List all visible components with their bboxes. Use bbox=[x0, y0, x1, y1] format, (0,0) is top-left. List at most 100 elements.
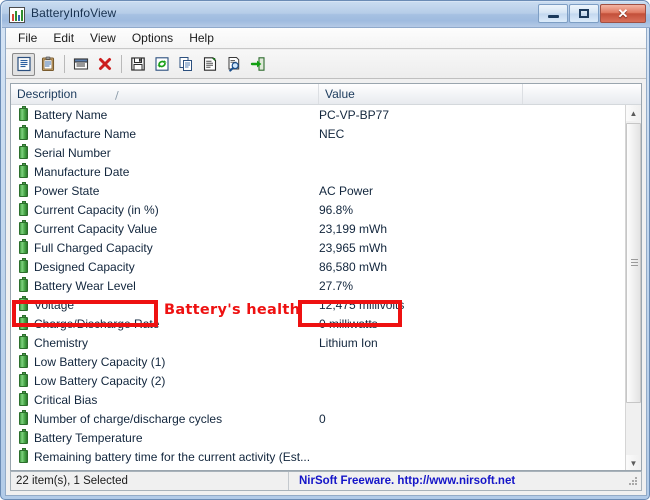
properties-view-icon[interactable] bbox=[12, 52, 35, 76]
cell-description: Serial Number bbox=[34, 145, 111, 160]
maximize-icon bbox=[579, 9, 589, 18]
properties-page-icon[interactable] bbox=[198, 53, 221, 76]
scroll-up-arrow-icon[interactable]: ▲ bbox=[626, 105, 641, 121]
battery-icon bbox=[19, 448, 28, 463]
table-row[interactable]: Voltage 12,475 millivolts bbox=[11, 295, 627, 314]
table-row[interactable]: Battery Temperature bbox=[11, 428, 627, 447]
title-bar[interactable]: BatteryInfoView ✕ bbox=[2, 2, 650, 28]
menu-item-view[interactable]: View bbox=[82, 29, 124, 47]
column-header-value[interactable]: Value bbox=[319, 84, 523, 104]
clipboard-icon[interactable] bbox=[36, 53, 59, 76]
table-row[interactable]: Battery Wear Level 27.7% bbox=[11, 276, 627, 295]
cell-description: Low Battery Capacity (2) bbox=[34, 373, 166, 388]
delete-red-x-icon[interactable] bbox=[93, 53, 116, 76]
client-area: File Edit View Options Help Description … bbox=[5, 28, 647, 496]
toolbar-separator bbox=[64, 55, 65, 73]
table-row[interactable]: Low Battery Capacity (1) bbox=[11, 352, 627, 371]
details-list-view[interactable]: Description / Value Battery Name PC-VP-BP… bbox=[10, 83, 642, 471]
scrollbar-thumb[interactable] bbox=[626, 123, 641, 403]
table-row[interactable]: Low Battery Capacity (2) bbox=[11, 371, 627, 390]
cell-description: Chemistry bbox=[34, 335, 89, 350]
cell-description: Number of charge/discharge cycles bbox=[34, 411, 223, 426]
vertical-scrollbar[interactable]: ▲ ▼ bbox=[625, 105, 641, 470]
cell-description: Manufacture Date bbox=[34, 164, 130, 179]
menu-item-file[interactable]: File bbox=[10, 29, 45, 47]
exit-icon[interactable] bbox=[246, 53, 269, 76]
find-icon[interactable] bbox=[222, 53, 245, 76]
table-row[interactable]: Power State AC Power bbox=[11, 181, 627, 200]
menu-item-help[interactable]: Help bbox=[181, 29, 222, 47]
cell-description: Battery Name bbox=[34, 107, 108, 122]
cell-description: Low Battery Capacity (1) bbox=[34, 354, 166, 369]
battery-icon bbox=[19, 410, 28, 425]
status-bar: 22 item(s), 1 Selected NirSoft Freeware.… bbox=[10, 471, 642, 491]
cell-description: Current Capacity (in %) bbox=[34, 202, 159, 217]
column-header-value-label: Value bbox=[325, 87, 355, 101]
table-row[interactable]: Remaining battery time for the current a… bbox=[11, 447, 627, 466]
menu-item-options[interactable]: Options bbox=[124, 29, 181, 47]
table-row[interactable]: Manufacture Date bbox=[11, 162, 627, 181]
column-header-description-label: Description bbox=[17, 87, 78, 101]
cell-value: PC-VP-BP77 bbox=[319, 107, 390, 122]
list-rows: Battery Name PC-VP-BP77 Manufacture Name NE… bbox=[11, 105, 627, 470]
table-row[interactable]: Current Capacity Value 23,199 mWh bbox=[11, 219, 627, 238]
menu-bar: File Edit View Options Help bbox=[6, 28, 646, 49]
cell-value: 96.8% bbox=[319, 202, 354, 217]
table-row[interactable]: Battery Name PC-VP-BP77 bbox=[11, 105, 627, 124]
cell-value: 86,580 mWh bbox=[319, 259, 388, 274]
battery-icon bbox=[19, 106, 28, 121]
sort-indicator-icon: / bbox=[115, 89, 119, 102]
battery-icon bbox=[19, 372, 28, 387]
cell-description: Current Capacity Value bbox=[34, 221, 158, 236]
battery-icon bbox=[19, 220, 28, 235]
cell-value: 27.7% bbox=[319, 278, 354, 293]
cell-description: Power State bbox=[34, 183, 100, 198]
cell-value: 23,965 mWh bbox=[319, 240, 388, 255]
window-report-icon[interactable] bbox=[69, 53, 92, 76]
status-nirsoft-link[interactable]: NirSoft Freeware. http://www.nirsoft.net bbox=[289, 475, 627, 487]
table-row[interactable]: Manufacture Name NEC bbox=[11, 124, 627, 143]
window-title: BatteryInfoView bbox=[31, 6, 117, 20]
refresh-icon[interactable] bbox=[150, 53, 173, 76]
menu-item-edit[interactable]: Edit bbox=[45, 29, 82, 47]
battery-icon bbox=[19, 182, 28, 197]
table-row[interactable]: Chemistry Lithium Ion bbox=[11, 333, 627, 352]
table-row[interactable]: Serial Number bbox=[11, 143, 627, 162]
battery-bars-icon bbox=[9, 7, 25, 23]
copy-icon[interactable] bbox=[174, 53, 197, 76]
save-floppy-icon[interactable] bbox=[126, 53, 149, 76]
close-button[interactable]: ✕ bbox=[600, 4, 646, 23]
cell-value: 0 milliwatts bbox=[319, 316, 378, 331]
cell-description: Full Charged Capacity bbox=[34, 240, 153, 255]
cell-value: 0 bbox=[319, 411, 326, 426]
close-icon: ✕ bbox=[617, 6, 629, 21]
cell-description: Voltage bbox=[34, 297, 75, 312]
column-header-description[interactable]: Description / bbox=[11, 84, 319, 104]
resize-grip-icon[interactable] bbox=[627, 475, 639, 487]
cell-value: AC Power bbox=[319, 183, 374, 198]
cell-description: Battery Wear Level bbox=[34, 278, 136, 293]
cell-description: Charge/Discharge Rate bbox=[34, 316, 160, 331]
table-row[interactable]: Full Charged Capacity 23,965 mWh bbox=[11, 238, 627, 257]
battery-icon bbox=[19, 391, 28, 406]
battery-icon bbox=[19, 258, 28, 273]
battery-icon bbox=[19, 429, 28, 444]
table-row[interactable]: Critical Bias bbox=[11, 390, 627, 409]
table-row[interactable]: Charge/Discharge Rate 0 milliwatts bbox=[11, 314, 627, 333]
cell-value: 12,475 millivolts bbox=[319, 297, 405, 312]
column-header-blank[interactable] bbox=[523, 84, 627, 104]
battery-icon bbox=[19, 353, 28, 368]
cell-description: Battery Temperature bbox=[34, 430, 143, 445]
maximize-button[interactable] bbox=[569, 4, 599, 23]
table-row[interactable]: Designed Capacity 86,580 mWh bbox=[11, 257, 627, 276]
minimize-button[interactable] bbox=[538, 4, 568, 23]
cell-description: Manufacture Name bbox=[34, 126, 137, 141]
table-row[interactable]: Number of charge/discharge cycles 0 bbox=[11, 409, 627, 428]
battery-icon bbox=[19, 201, 28, 216]
battery-icon bbox=[19, 315, 28, 330]
table-row[interactable]: Current Capacity (in %) 96.8% bbox=[11, 200, 627, 219]
toolbar bbox=[6, 50, 646, 79]
scroll-down-arrow-icon[interactable]: ▼ bbox=[626, 455, 641, 470]
battery-icon bbox=[19, 277, 28, 292]
battery-icon bbox=[19, 334, 28, 349]
